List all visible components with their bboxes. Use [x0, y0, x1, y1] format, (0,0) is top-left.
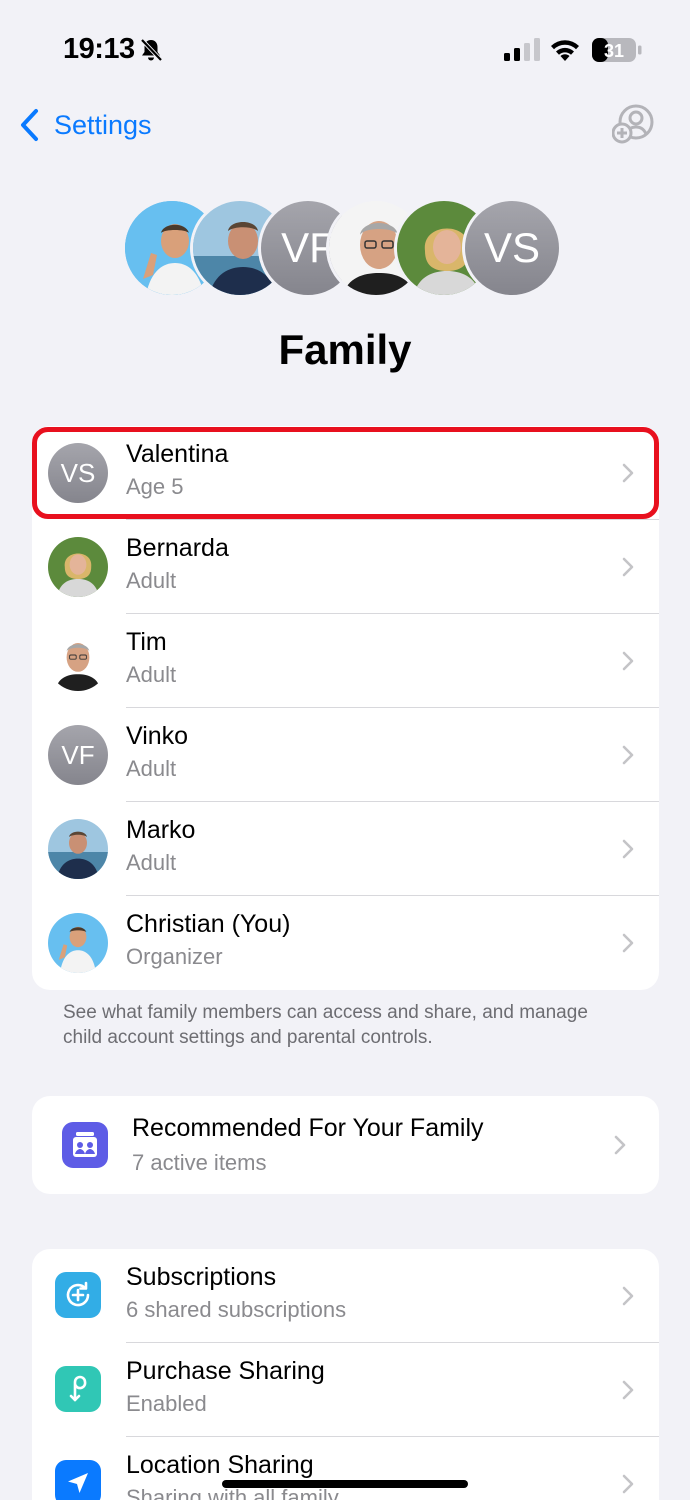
chevron-right-icon	[622, 1380, 634, 1400]
status-bar: 19:13 31	[0, 0, 690, 100]
location-sharing-title: Location Sharing	[126, 1451, 314, 1479]
recommended-row[interactable]: Recommended For Your Family 7 active ite…	[32, 1096, 659, 1194]
location-arrow-icon	[55, 1460, 101, 1500]
subscriptions-title: Subscriptions	[126, 1263, 277, 1291]
add-member-icon[interactable]	[612, 104, 656, 144]
purchase-sharing-row[interactable]: Purchase Sharing Enabled	[32, 1343, 659, 1437]
chevron-left-icon	[21, 109, 38, 141]
home-indicator[interactable]	[222, 1480, 468, 1488]
member-initials: VS	[60, 457, 96, 488]
avatar-vs: VS	[462, 198, 562, 298]
member-avatar-marko	[48, 819, 108, 879]
location-sharing-row[interactable]: Location Sharing Sharing with all family	[32, 1437, 659, 1500]
sharing-features-group: Subscriptions 6 shared subscriptions Pur…	[32, 1249, 659, 1500]
family-avatar-group: VF VS	[122, 198, 572, 298]
silent-bell-icon	[140, 38, 163, 62]
member-name: Marko	[126, 816, 196, 844]
member-role: Adult	[126, 756, 177, 781]
subscriptions-icon	[55, 1272, 101, 1318]
purchase-sharing-subtitle: Enabled	[126, 1391, 207, 1416]
status-time: 19:13	[63, 33, 135, 65]
member-avatar-valentina: VS	[48, 443, 108, 503]
member-name: Vinko	[126, 722, 189, 750]
battery-level: 31	[604, 41, 624, 61]
member-row-vinko[interactable]: VF Vinko Adult	[32, 708, 659, 802]
chevron-right-icon	[622, 1474, 634, 1494]
chevron-right-icon	[622, 651, 634, 671]
member-role: Adult	[126, 568, 177, 593]
member-row-valentina[interactable]: VS Valentina Age 5	[32, 426, 659, 520]
chevron-right-icon	[622, 933, 634, 953]
member-name: Bernarda	[126, 534, 229, 562]
avatar-vs-initials: VS	[483, 224, 541, 271]
subscriptions-subtitle: 6 shared subscriptions	[126, 1297, 347, 1322]
member-row-bernarda[interactable]: Bernarda Adult	[32, 520, 659, 614]
cellular-signal-icon	[504, 38, 540, 61]
member-role: Organizer	[126, 944, 223, 969]
battery-icon: 31	[592, 38, 642, 62]
members-footer-note: See what family members can access and s…	[63, 1002, 588, 1048]
purchase-sharing-icon	[55, 1366, 101, 1412]
member-avatar-vinko: VF	[48, 725, 108, 785]
member-role: Age 5	[126, 474, 184, 499]
subscriptions-row[interactable]: Subscriptions 6 shared subscriptions	[32, 1249, 659, 1343]
member-name: Valentina	[126, 440, 229, 468]
member-initials: VF	[61, 739, 95, 770]
page-title: Family	[278, 326, 412, 373]
family-checklist-icon	[62, 1122, 108, 1168]
member-row-christian[interactable]: Christian (You) Organizer	[32, 896, 659, 990]
recommended-title: Recommended For Your Family	[132, 1114, 484, 1142]
member-role: Adult	[126, 850, 177, 875]
member-name: Tim	[126, 628, 167, 656]
chevron-right-icon	[622, 839, 634, 859]
chevron-right-icon	[622, 557, 634, 577]
chevron-right-icon	[622, 1286, 634, 1306]
recommended-subtitle: 7 active items	[132, 1150, 267, 1175]
member-row-marko[interactable]: Marko Adult	[32, 802, 659, 896]
member-avatar-bernarda	[48, 537, 108, 597]
member-name: Christian (You)	[126, 910, 291, 938]
member-avatar-tim	[48, 631, 108, 691]
back-button[interactable]: Settings	[18, 105, 152, 145]
member-role: Adult	[126, 662, 177, 687]
wifi-icon	[551, 40, 579, 61]
purchase-sharing-title: Purchase Sharing	[126, 1357, 325, 1385]
member-row-tim[interactable]: Tim Adult	[32, 614, 659, 708]
chevron-right-icon	[614, 1135, 626, 1155]
family-members-list: VS Valentina Age 5 Bernarda Adult Tim Ad…	[32, 426, 659, 990]
member-avatar-christian	[48, 913, 108, 973]
chevron-right-icon	[622, 745, 634, 765]
recommended-group: Recommended For Your Family 7 active ite…	[32, 1096, 659, 1194]
back-button-label: Settings	[54, 109, 152, 140]
chevron-right-icon	[622, 463, 634, 483]
